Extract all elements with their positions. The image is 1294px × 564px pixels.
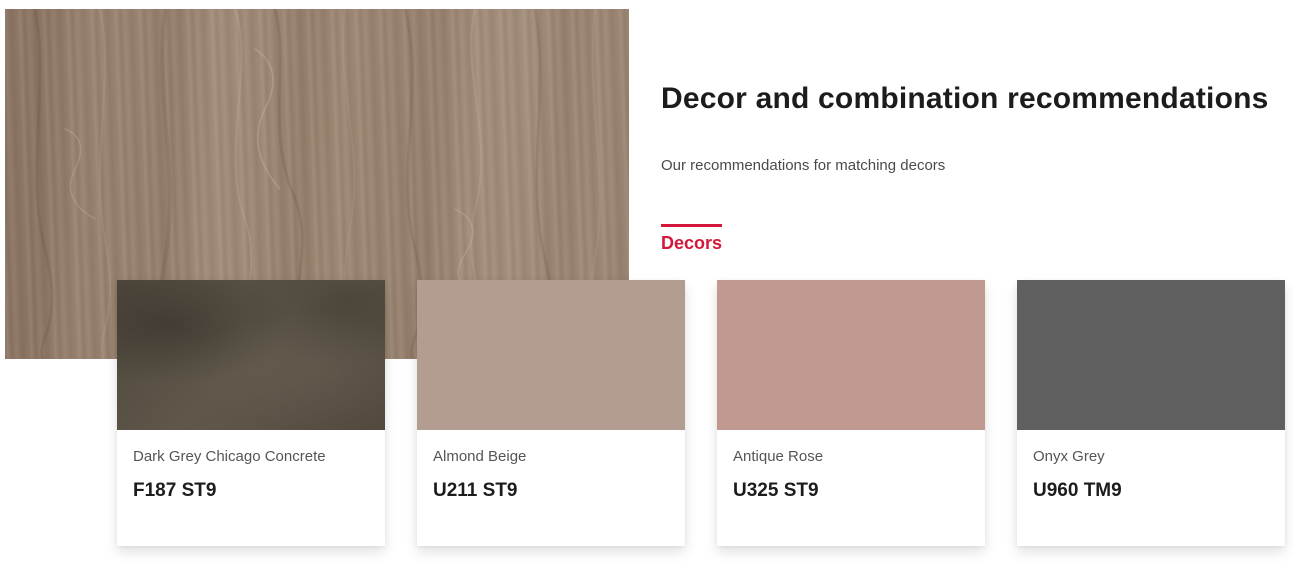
decor-swatch-image xyxy=(717,280,985,430)
decor-recommendations-section: Decor and combination recommendations Ou… xyxy=(0,0,1294,564)
decor-card-antique-rose[interactable]: Antique Rose U325 ST9 xyxy=(717,280,985,546)
decor-name: Almond Beige xyxy=(433,448,527,465)
tab-decors[interactable]: Decors xyxy=(661,224,723,254)
decor-swatch-image xyxy=(1017,280,1285,430)
decor-name: Onyx Grey xyxy=(1033,448,1105,465)
decor-code: U960 TM9 xyxy=(1033,480,1122,501)
decor-name: Dark Grey Chicago Concrete xyxy=(133,448,326,465)
decor-code: F187 ST9 xyxy=(133,480,217,501)
decor-swatch-image xyxy=(417,280,685,430)
section-subtitle: Our recommendations for matching decors xyxy=(661,157,946,174)
decor-card-dark-grey-chicago-concrete[interactable]: Dark Grey Chicago Concrete F187 ST9 xyxy=(117,280,385,546)
section-title: Decor and combination recommendations xyxy=(661,82,1269,115)
decor-code: U211 ST9 xyxy=(433,480,518,501)
decor-card-onyx-grey[interactable]: Onyx Grey U960 TM9 xyxy=(1017,280,1285,546)
decor-name: Antique Rose xyxy=(733,448,824,465)
decor-code: U325 ST9 xyxy=(733,480,819,501)
decor-card-almond-beige[interactable]: Almond Beige U211 ST9 xyxy=(417,280,685,546)
decor-swatch-image xyxy=(117,280,385,430)
